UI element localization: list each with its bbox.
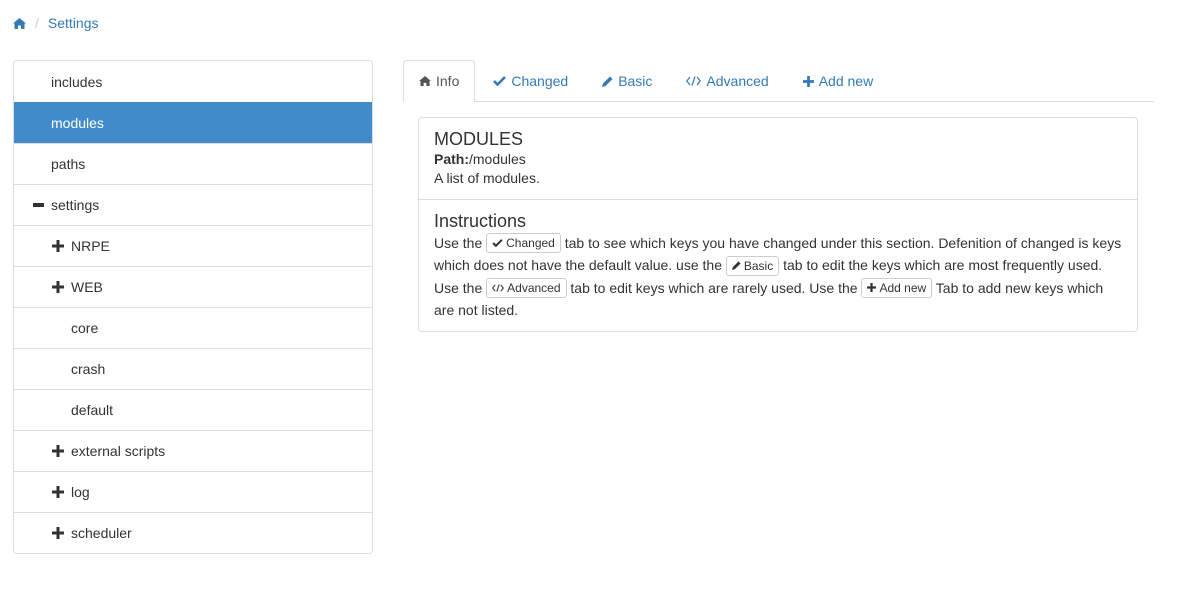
tree-item-scheduler[interactable]: scheduler: [14, 512, 372, 553]
basic-button[interactable]: Basic: [725, 255, 780, 276]
tree-item-modules[interactable]: modules: [14, 102, 372, 143]
tree-item-nrpe[interactable]: NRPE: [14, 225, 372, 266]
info-panel: MODULES Path:/modules A list of modules.…: [418, 117, 1138, 332]
tab-label: Basic: [618, 73, 653, 89]
advanced-button-label: Advanced: [507, 280, 561, 295]
tree-item-core[interactable]: core: [14, 307, 372, 348]
advanced-button[interactable]: Advanced: [486, 277, 567, 298]
changed-button-label: Changed: [506, 236, 555, 251]
tree-item-label: includes: [51, 73, 103, 90]
tab-bar: Info Changed Basic Advanced Add new: [403, 60, 1154, 102]
tree-item-label: modules: [51, 115, 104, 131]
plus-icon: [867, 283, 877, 293]
tab-label: Add new: [818, 73, 874, 89]
tree-item-label: NRPE: [71, 238, 110, 254]
plus-icon[interactable]: [51, 445, 65, 457]
tree-item-label: default: [71, 402, 114, 418]
tree-item-log[interactable]: log: [14, 471, 372, 512]
breadcrumb-home[interactable]: [13, 17, 26, 29]
tree-item-label: crash: [71, 361, 106, 377]
settings-tree: includes modules paths settings NRPE WEB…: [13, 60, 373, 554]
changed-button[interactable]: Changed: [486, 233, 561, 254]
path-value: /modules: [469, 151, 526, 167]
tab-advanced[interactable]: Advanced: [670, 60, 784, 102]
tab-label: Info: [436, 73, 460, 89]
tree-item-external-scripts[interactable]: external scripts: [14, 430, 372, 471]
tree-item-includes[interactable]: includes: [14, 61, 372, 102]
breadcrumb-separator: /: [35, 15, 39, 31]
plus-icon[interactable]: [51, 281, 65, 293]
tree-item-label: WEB: [71, 279, 103, 295]
tab-changed[interactable]: Changed: [477, 60, 584, 102]
instructions-title: Instructions: [434, 211, 527, 231]
add-new-button[interactable]: Add new: [861, 277, 933, 298]
instructions-section: Instructions Use the Changed tab to see …: [419, 199, 1137, 331]
info-section: MODULES Path:/modules A list of modules.: [419, 118, 1137, 199]
check-icon: [493, 76, 507, 86]
tab-info[interactable]: Info: [403, 60, 476, 102]
basic-button-label: Basic: [743, 258, 774, 273]
tab-label: Changed: [511, 73, 569, 89]
tree-item-label: scheduler: [71, 525, 132, 541]
pencil-icon: [731, 261, 741, 271]
tree-item-crash[interactable]: crash: [14, 348, 372, 389]
tree-item-label: log: [71, 484, 90, 500]
code-icon: [492, 284, 505, 292]
section-description: A list of modules.: [434, 170, 540, 186]
tab-basic[interactable]: Basic: [586, 60, 668, 102]
tree-item-label: external scripts: [71, 443, 166, 459]
pencil-icon: [602, 76, 613, 87]
plus-icon: [802, 75, 814, 87]
home-icon: [13, 17, 26, 29]
check-icon: [492, 239, 503, 248]
tab-label: Advanced: [706, 73, 769, 89]
code-icon: [686, 76, 702, 86]
add-new-button-label: Add new: [879, 280, 927, 295]
tree-item-web[interactable]: WEB: [14, 266, 372, 307]
plus-icon[interactable]: [51, 486, 65, 498]
section-title: MODULES: [434, 129, 524, 149]
tree-item-label: core: [71, 320, 99, 336]
plus-icon[interactable]: [51, 527, 65, 539]
home-icon: [419, 76, 431, 86]
minus-icon[interactable]: [31, 203, 45, 207]
breadcrumb-settings[interactable]: Settings: [48, 15, 99, 31]
tree-item-label: settings: [51, 197, 100, 213]
tab-add-new[interactable]: Add new: [787, 60, 889, 102]
instructions-text: Use the Changed tab to see which keys yo…: [434, 232, 1122, 321]
tree-item-paths[interactable]: paths: [14, 143, 372, 184]
path-line: Path:/modules: [434, 150, 1122, 169]
path-label: Path:: [434, 151, 469, 167]
breadcrumb: / Settings: [13, 14, 98, 32]
plus-icon[interactable]: [51, 240, 65, 252]
instructions-text-part: tab to edit keys which are rarely used. …: [566, 279, 862, 296]
tree-item-label: paths: [51, 156, 86, 172]
tree-item-default[interactable]: default: [14, 389, 372, 430]
tree-item-settings[interactable]: settings: [14, 184, 372, 225]
instructions-text-part: Use the: [434, 235, 487, 251]
